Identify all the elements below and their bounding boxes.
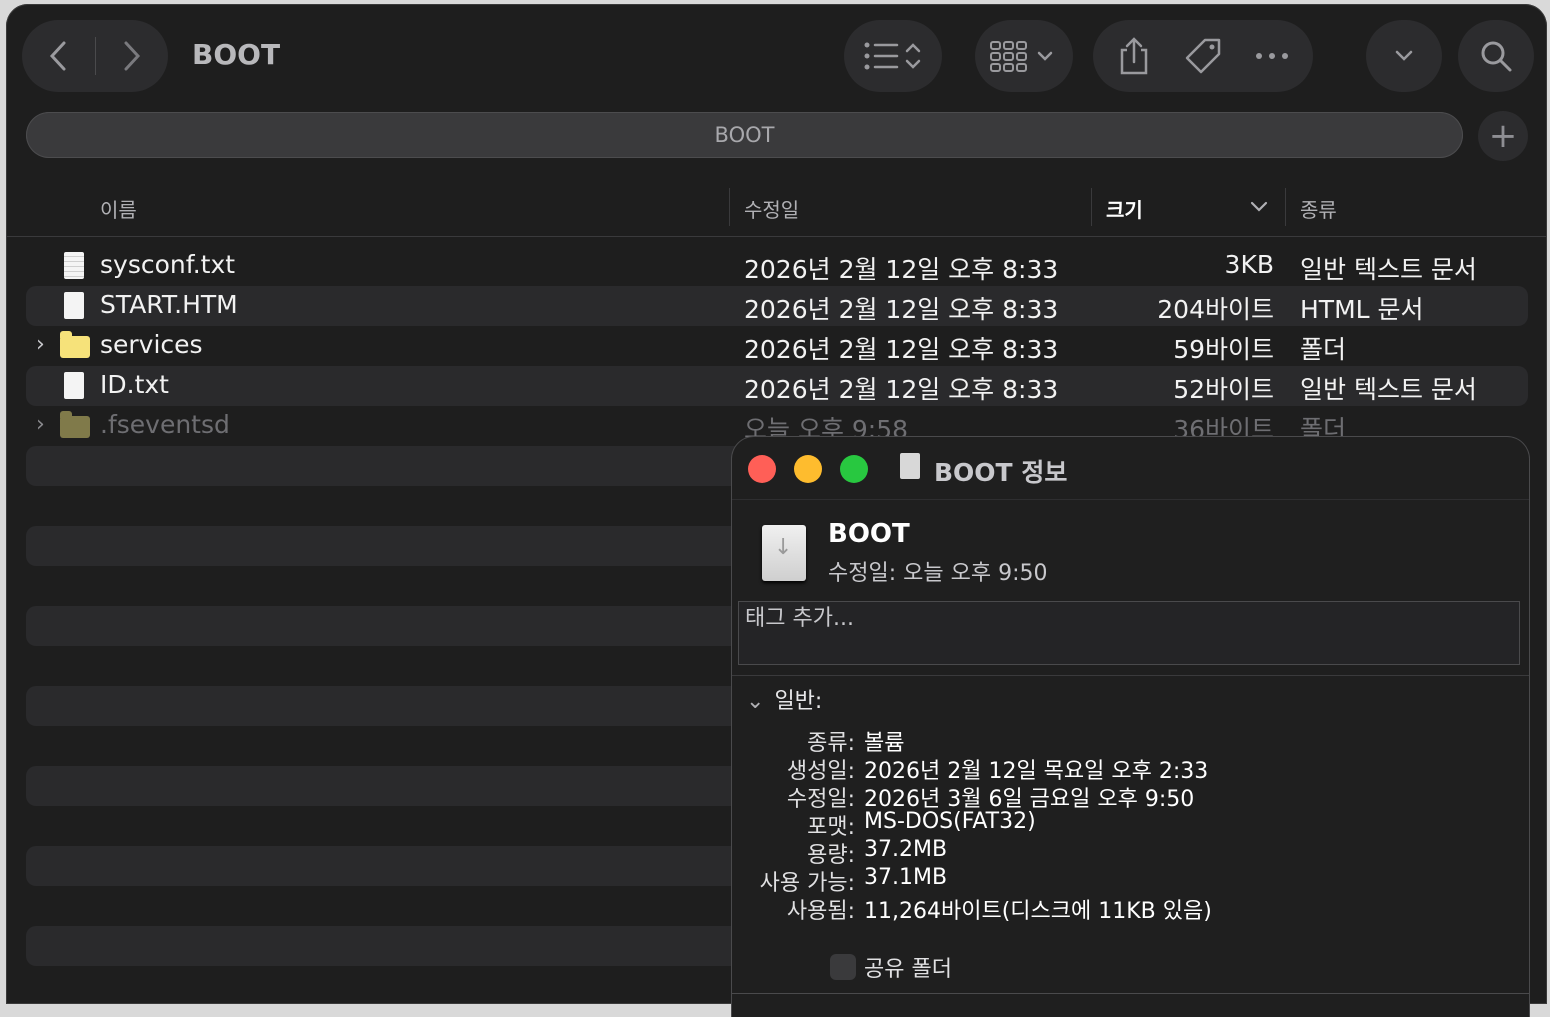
file-name: .fseventsd bbox=[100, 410, 230, 439]
window-title: BOOT bbox=[192, 38, 281, 71]
info-value: 11,264바이트(디스크에 11KB 있음) bbox=[864, 899, 1212, 924]
file-row[interactable]: sysconf.txt 2026년 2월 12일 오후 8:33 3KB 일반 … bbox=[26, 246, 1528, 286]
forward-button[interactable] bbox=[122, 40, 142, 72]
new-tab-button[interactable]: + bbox=[1478, 111, 1528, 161]
plus-icon: + bbox=[1488, 116, 1518, 156]
file-modified: 2026년 2월 12일 오후 8:33 bbox=[744, 255, 1059, 284]
folder-icon bbox=[60, 331, 90, 358]
file-size: 3KB bbox=[1224, 250, 1274, 279]
column-header: 이름 수정일 크기 종류 bbox=[6, 180, 1547, 237]
text-file-icon bbox=[64, 252, 84, 279]
general-section-toggle[interactable]: ⌄ 일반: bbox=[746, 683, 822, 715]
sort-chevron-icon[interactable] bbox=[1250, 194, 1268, 218]
file-modified: 2026년 2월 12일 오후 8:33 bbox=[744, 295, 1059, 324]
file-row[interactable]: › services 2026년 2월 12일 오후 8:33 59바이트 폴더 bbox=[26, 326, 1528, 366]
general-section-label: 일반: bbox=[774, 689, 823, 714]
info-panel: BOOT 정보 BOOT 수정일: 오늘 오후 9:50 ⌄일반: 종류: 볼륨… bbox=[732, 437, 1529, 1017]
file-name: ID.txt bbox=[100, 370, 169, 399]
info-value: 37.1MB bbox=[864, 865, 948, 890]
shared-folder-label: 공유 폴더 bbox=[864, 957, 952, 982]
file-modified: 2026년 2월 12일 오후 8:33 bbox=[744, 375, 1059, 404]
disclosure-chevron-icon[interactable]: › bbox=[36, 332, 45, 357]
minimize-button[interactable] bbox=[794, 455, 822, 483]
column-divider[interactable] bbox=[729, 188, 730, 226]
document-icon bbox=[64, 292, 84, 319]
folder-icon bbox=[60, 411, 90, 438]
chevron-down-icon: ⌄ bbox=[746, 689, 765, 714]
info-item-modified: 수정일: 오늘 오후 9:50 bbox=[828, 561, 1048, 586]
more-button[interactable] bbox=[1255, 51, 1289, 61]
column-size[interactable]: 크기 bbox=[1106, 194, 1143, 223]
document-icon bbox=[64, 372, 84, 399]
action-buttons bbox=[1093, 20, 1313, 92]
info-panel-title: BOOT 정보 bbox=[934, 458, 1068, 487]
back-button[interactable] bbox=[48, 40, 68, 72]
file-kind: HTML 문서 bbox=[1300, 295, 1424, 324]
tag-button[interactable] bbox=[1183, 36, 1223, 76]
divider bbox=[732, 499, 1529, 500]
column-divider[interactable] bbox=[1285, 188, 1286, 226]
column-divider[interactable] bbox=[1091, 188, 1092, 226]
share-button[interactable] bbox=[1117, 36, 1151, 76]
nav-buttons bbox=[22, 20, 168, 92]
file-kind: 일반 텍스트 문서 bbox=[1300, 375, 1477, 404]
volume-icon bbox=[900, 453, 920, 479]
ellipsis-icon bbox=[1256, 53, 1288, 59]
divider bbox=[732, 993, 1529, 994]
chevron-right-icon bbox=[124, 41, 141, 71]
path-bar-label: BOOT bbox=[714, 123, 775, 147]
chevron-down-icon bbox=[1395, 50, 1413, 61]
nav-divider bbox=[94, 37, 96, 75]
chevron-left-icon bbox=[49, 41, 66, 71]
shared-folder-option[interactable]: 공유 폴더 bbox=[830, 951, 952, 983]
share-icon bbox=[1120, 37, 1148, 75]
file-modified: 2026년 2월 12일 오후 8:33 bbox=[744, 335, 1059, 364]
file-row[interactable]: ID.txt 2026년 2월 12일 오후 8:33 52바이트 일반 텍스트… bbox=[26, 366, 1528, 406]
tags-field[interactable] bbox=[738, 601, 1520, 665]
file-name: sysconf.txt bbox=[100, 250, 236, 279]
file-kind: 일반 텍스트 문서 bbox=[1300, 255, 1477, 284]
zoom-button[interactable] bbox=[840, 455, 868, 483]
shared-folder-checkbox[interactable] bbox=[830, 954, 856, 980]
file-name: services bbox=[100, 330, 203, 359]
toolbar-overflow-button[interactable] bbox=[1366, 20, 1442, 92]
close-button[interactable] bbox=[748, 455, 776, 483]
search-icon bbox=[1481, 41, 1512, 72]
search-button[interactable] bbox=[1458, 20, 1534, 92]
column-name[interactable]: 이름 bbox=[100, 194, 137, 223]
file-row[interactable]: START.HTM 2026년 2월 12일 오후 8:33 204바이트 HT… bbox=[26, 286, 1528, 326]
volume-large-icon bbox=[762, 525, 806, 581]
file-size: 52바이트 bbox=[1173, 375, 1274, 404]
column-kind[interactable]: 종류 bbox=[1300, 194, 1337, 223]
grid-icon bbox=[990, 41, 1053, 72]
tag-icon bbox=[1185, 38, 1221, 74]
disclosure-chevron-icon[interactable]: › bbox=[36, 412, 45, 437]
path-bar[interactable]: BOOT bbox=[26, 112, 1463, 158]
file-size: 204바이트 bbox=[1157, 295, 1274, 324]
info-key: 사용됨: bbox=[786, 899, 855, 924]
info-value: 37.2MB bbox=[864, 837, 948, 862]
column-modified[interactable]: 수정일 bbox=[744, 194, 799, 223]
tags-input[interactable] bbox=[739, 602, 1519, 635]
list-view-button[interactable] bbox=[844, 20, 942, 92]
info-item-name: BOOT bbox=[828, 519, 910, 549]
divider bbox=[732, 675, 1529, 676]
file-name: START.HTM bbox=[100, 290, 238, 319]
list-view-icon bbox=[864, 42, 921, 70]
file-kind: 폴더 bbox=[1300, 335, 1347, 364]
group-view-button[interactable] bbox=[975, 20, 1073, 92]
file-size: 59바이트 bbox=[1173, 335, 1274, 364]
info-value: MS-DOS(FAT32) bbox=[864, 809, 1036, 834]
